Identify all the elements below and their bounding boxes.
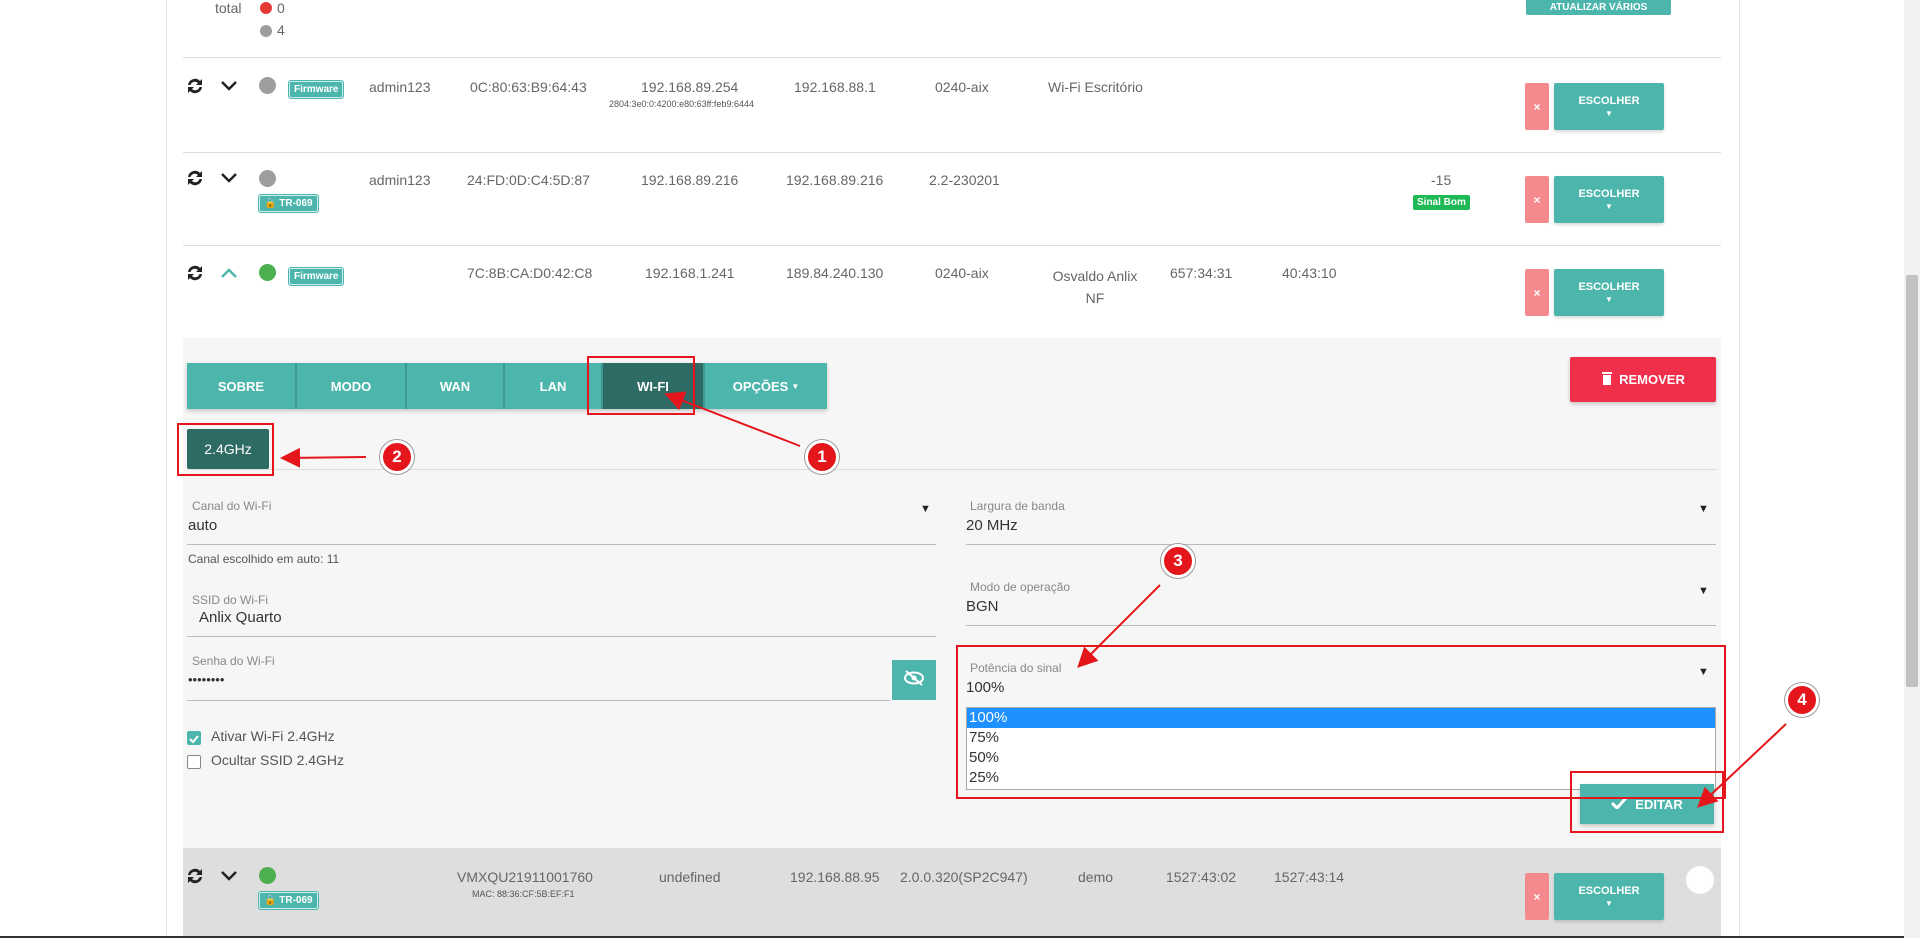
- scrollbar-thumb[interactable]: [1906, 275, 1918, 687]
- annotation-marker-3: 3: [1161, 544, 1195, 578]
- annotation-marker-2: 2: [380, 440, 414, 474]
- annotation-arrows: [280, 391, 1787, 808]
- annotation-marker-4: 4: [1785, 683, 1819, 717]
- annotation-marker-1: 1: [805, 440, 839, 474]
